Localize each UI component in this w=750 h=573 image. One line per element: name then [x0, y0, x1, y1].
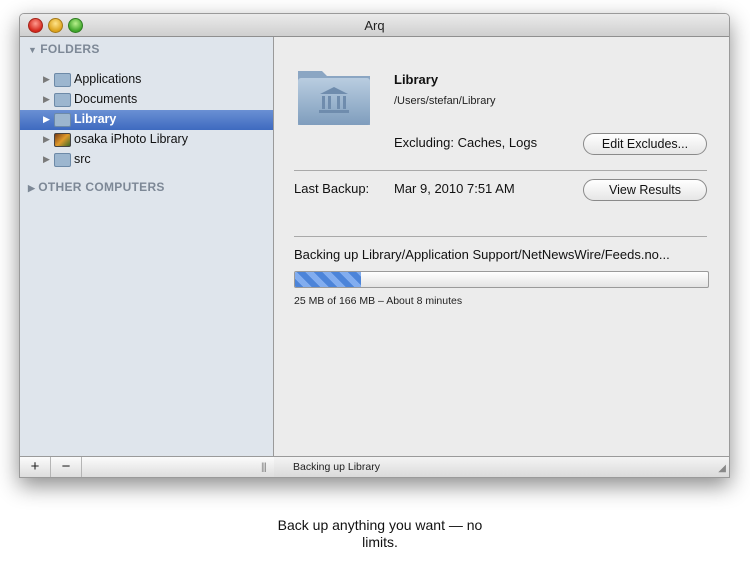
- backup-progress-bar: [294, 271, 709, 288]
- disclosure-closed-icon[interactable]: ▶: [43, 154, 50, 165]
- excluding-text: Excluding: Caches, Logs: [394, 135, 538, 150]
- progress-fill: [295, 272, 362, 287]
- divider: [294, 170, 707, 171]
- sidebar-item-label: osaka iPhoto Library: [74, 132, 188, 146]
- disclosure-closed-icon[interactable]: ▶: [43, 134, 50, 145]
- library-folder-large-icon: [296, 63, 372, 127]
- disclosure-closed-icon[interactable]: ▶: [28, 183, 35, 193]
- library-folder-icon: [54, 113, 71, 127]
- sidebar-item-documents[interactable]: ▶ Documents: [20, 90, 273, 110]
- sidebar-item-applications[interactable]: ▶ Applications: [20, 70, 273, 90]
- disclosure-closed-icon[interactable]: ▶: [43, 114, 50, 125]
- folder-name: Library: [394, 72, 439, 87]
- last-backup-label: Last Backup:: [294, 181, 370, 196]
- disclosure-open-icon[interactable]: ▼: [28, 45, 37, 55]
- status-bar: Backing up Library ◢: [274, 456, 729, 477]
- detail-pane: Library /Users/stefan/Library Excluding:…: [274, 37, 729, 456]
- divider: [294, 236, 707, 237]
- sidebar-item-src[interactable]: ▶ src: [20, 150, 273, 170]
- title-bar[interactable]: Arq: [20, 14, 729, 37]
- sidebar-item-label: Library: [74, 112, 117, 126]
- sidebar-item-label: Applications: [74, 72, 142, 86]
- folder-path: /Users/stefan/Library: [394, 95, 496, 107]
- progress-text: 25 MB of 166 MB – About 8 minutes: [294, 295, 463, 307]
- sidebar-item-label: Documents: [74, 92, 138, 106]
- sidebar-item-library[interactable]: ▶ Library: [20, 110, 273, 130]
- sidebar: ▼ FOLDERS ▶ Applications ▶ Documents ▶ Li…: [20, 37, 274, 456]
- backup-status-text: Backing up Library/Application Support/N…: [294, 247, 670, 262]
- folders-group-header[interactable]: ▼ FOLDERS: [28, 42, 100, 56]
- documents-folder-icon: [54, 93, 71, 107]
- splitter-grip-icon[interactable]: |||: [261, 462, 267, 473]
- applications-folder-icon: [54, 73, 71, 87]
- disclosure-closed-icon[interactable]: ▶: [43, 74, 50, 85]
- caption: Back up anything you want — no limits.: [277, 517, 483, 550]
- other-computers-group-header[interactable]: ▶ OTHER COMPUTERS: [28, 180, 165, 194]
- folder-icon: [54, 153, 71, 167]
- iphoto-library-icon: [54, 133, 71, 147]
- disclosure-closed-icon[interactable]: ▶: [43, 94, 50, 105]
- app-window: Arq ▼ FOLDERS ▶ Applications ▶ Documents …: [19, 13, 730, 478]
- sidebar-footer: + − |||: [20, 456, 274, 477]
- sidebar-item-label: src: [74, 152, 91, 166]
- window-title: Arq: [364, 18, 385, 33]
- sidebar-item-osaka-iphoto-library[interactable]: ▶ osaka iPhoto Library: [20, 130, 273, 150]
- edit-excludes-button[interactable]: Edit Excludes...: [583, 133, 707, 155]
- remove-folder-button[interactable]: −: [51, 457, 82, 477]
- footer-status-text: Backing up Library: [293, 461, 380, 473]
- add-folder-button[interactable]: +: [20, 457, 51, 477]
- resize-grip-icon[interactable]: ◢: [718, 463, 726, 474]
- last-backup-value: Mar 9, 2010 7:51 AM: [394, 181, 515, 196]
- view-results-button[interactable]: View Results: [583, 179, 707, 201]
